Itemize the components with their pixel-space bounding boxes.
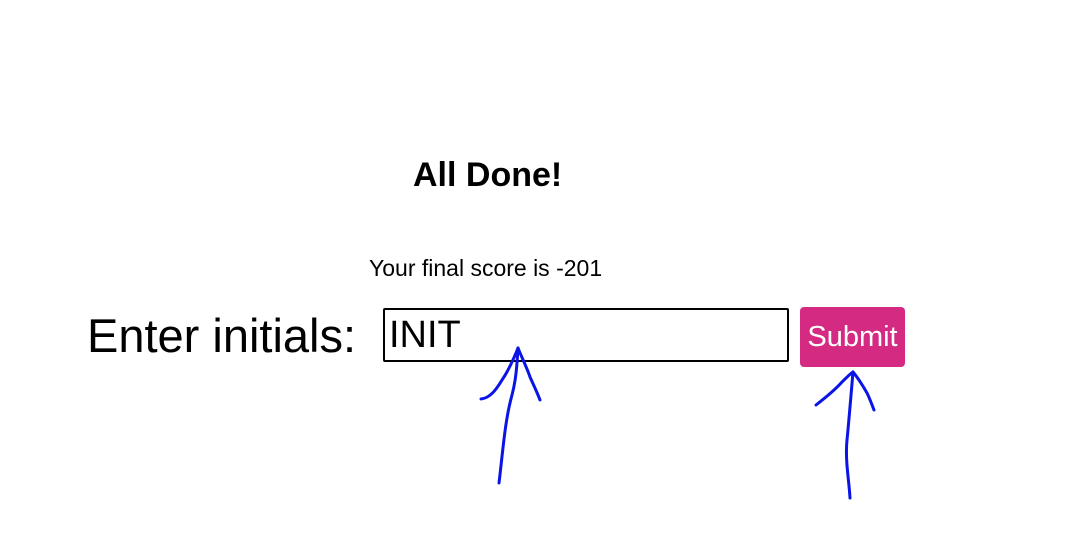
arrow-to-input-icon xyxy=(479,346,542,485)
initials-input[interactable] xyxy=(383,308,789,362)
page-title: All Done! xyxy=(413,156,563,194)
initials-label: Enter initials: xyxy=(87,309,357,362)
arrow-to-submit-icon xyxy=(814,370,876,500)
final-score-text: Your final score is -201 xyxy=(369,255,603,281)
submit-button[interactable]: Submit xyxy=(800,307,905,367)
